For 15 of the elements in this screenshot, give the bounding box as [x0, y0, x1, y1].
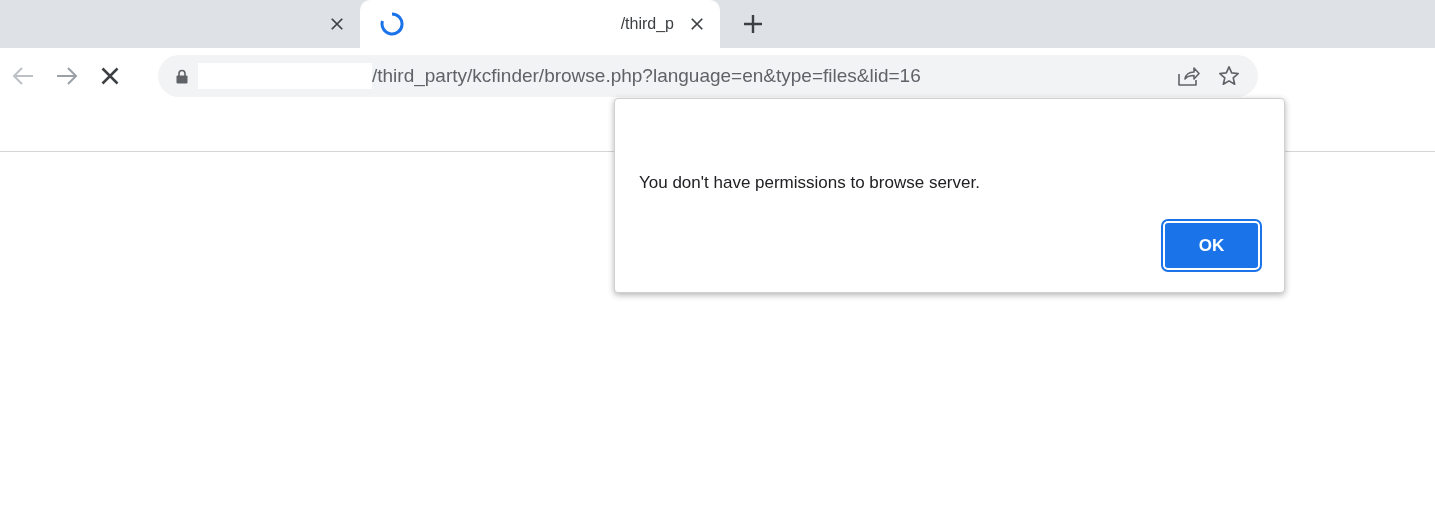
browser-tab[interactable]: /third_p [360, 0, 720, 48]
lock-icon [176, 68, 188, 84]
close-icon [330, 17, 344, 31]
share-icon [1178, 66, 1200, 86]
back-arrow-icon [12, 66, 34, 86]
close-icon [690, 17, 704, 31]
plus-icon [744, 15, 762, 33]
star-icon [1218, 65, 1240, 87]
address-bar[interactable]: /third_party/kcfinder/browse.php?language=en&type=files&lid=16 [158, 55, 1258, 97]
stop-icon [100, 66, 120, 86]
forward-arrow-icon [56, 66, 78, 86]
ok-button[interactable]: OK [1163, 221, 1260, 270]
dialog-message: You don't have permissions to browse server. [639, 173, 981, 193]
tab-title: /third_p [619, 15, 674, 33]
url-text: /third_party/kcfinder/browse.php?language=en&type=files&lid=16 [372, 65, 922, 87]
